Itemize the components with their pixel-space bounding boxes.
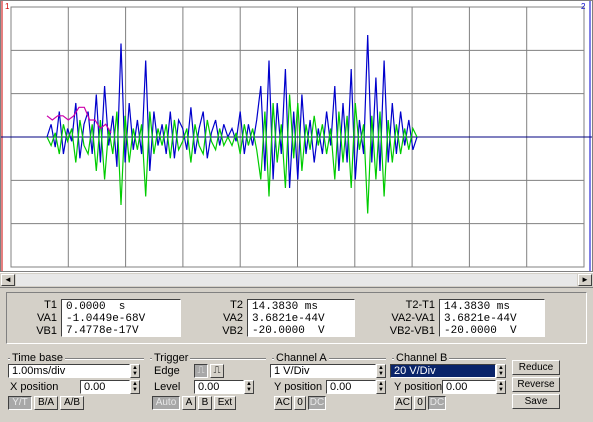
channel-b-scale-field[interactable]: 20 V/Div bbox=[390, 364, 496, 378]
xpos-spin-icon[interactable]: ▲ ▼ bbox=[130, 380, 140, 394]
trigger-ext-button[interactable]: Ext bbox=[214, 396, 236, 410]
channel-b-dc-button[interactable]: DC bbox=[428, 396, 446, 410]
vb1-value: 7.4778e-17V bbox=[66, 325, 139, 337]
waveform-series-1 bbox=[46, 34, 418, 189]
oscilloscope-screen: 12 bbox=[0, 0, 593, 272]
t1-value: 0.0000 s bbox=[66, 301, 126, 313]
va2-va1-value: 3.6821e-44V bbox=[444, 313, 517, 325]
save-button[interactable]: Save bbox=[512, 394, 560, 409]
trigger-a-button[interactable]: A bbox=[182, 396, 196, 410]
va2-label: VA2 bbox=[223, 312, 243, 324]
mode-yt-button[interactable]: Y/T bbox=[8, 396, 32, 410]
delta-values: 14.3830 ms 3.6821e-44V -20.0000 V bbox=[439, 299, 545, 337]
trigger-title: Trigger bbox=[152, 352, 191, 364]
channel-a-group: Channel A 1 V/Div ▲ ▼ Y position 0.00 ▲ ▼ … bbox=[270, 352, 388, 412]
channel-a-ypos-field[interactable]: 0.00 bbox=[326, 380, 376, 394]
channel-b-title: Channel B bbox=[394, 352, 450, 364]
cursor-t2-marker: 2 bbox=[581, 2, 586, 11]
channel-b-zero-button[interactable]: 0 bbox=[414, 396, 426, 410]
scroll-track[interactable] bbox=[16, 274, 577, 286]
reverse-button[interactable]: Reverse bbox=[512, 377, 560, 392]
channel-a-dc-button[interactable]: DC bbox=[308, 396, 326, 410]
va2-va1-label: VA2-VA1 bbox=[391, 312, 435, 324]
vb1-label: VB1 bbox=[36, 325, 57, 337]
t2-t1-label: T2-T1 bbox=[405, 299, 435, 311]
scroll-right-arrow-icon[interactable]: ► bbox=[578, 274, 592, 286]
channel-a-scale-field[interactable]: 1 V/Div bbox=[270, 364, 376, 378]
t2-values: 14.3830 ms 3.6821e-44V -20.0000 V bbox=[247, 299, 355, 337]
cursor-readout-panel: T1 VA1 VB1 0.0000 s -1.0449e-68V 7.4778e… bbox=[6, 292, 587, 344]
channel-b-ypos-spin-icon[interactable]: ▲ ▼ bbox=[496, 380, 506, 394]
xpos-label: X position bbox=[10, 381, 59, 393]
trigger-b-button[interactable]: B bbox=[198, 396, 212, 410]
trigger-group: Trigger Edge ⎍ ⎍ Level 0.00 ▲ ▼ Auto A B … bbox=[148, 352, 268, 412]
timebase-group: Time base 1.00ms/div ▲ ▼ X position 0.00 … bbox=[6, 352, 146, 412]
channel-a-zero-button[interactable]: 0 bbox=[294, 396, 306, 410]
timebase-field[interactable]: 1.00ms/div bbox=[8, 364, 130, 378]
channel-b-ypos-field[interactable]: 0.00 bbox=[442, 380, 496, 394]
trigger-auto-button[interactable]: Auto bbox=[152, 396, 180, 410]
vb2-vb1-label: VB2-VB1 bbox=[389, 325, 435, 337]
vb2-label: VB2 bbox=[222, 325, 243, 337]
waveform-display: 12 bbox=[1, 1, 592, 271]
xpos-field[interactable]: 0.00 bbox=[80, 380, 130, 394]
time-scrollbar[interactable]: ◄ ► bbox=[0, 272, 593, 288]
channel-b-group: Channel B 20 V/Div ▲ ▼ Y position 0.00 ▲ ▼… bbox=[390, 352, 508, 412]
level-label: Level bbox=[154, 381, 181, 393]
reduce-button[interactable]: Reduce bbox=[512, 360, 560, 375]
channel-a-title: Channel A bbox=[274, 352, 329, 364]
va2-value: 3.6821e-44V bbox=[252, 313, 325, 325]
t1-label: T1 bbox=[44, 299, 57, 311]
trigger-level-field[interactable]: 0.00 bbox=[194, 380, 244, 394]
timebase-title: Time base bbox=[10, 352, 65, 364]
scroll-left-arrow-icon[interactable]: ◄ bbox=[1, 274, 15, 286]
edge-falling-icon[interactable]: ⎍ bbox=[210, 364, 224, 378]
trigger-level-spin-icon[interactable]: ▲ ▼ bbox=[244, 380, 254, 394]
vb2-value: -20.0000 V bbox=[252, 325, 325, 337]
channel-a-scale-spin-icon[interactable]: ▲ ▼ bbox=[376, 364, 386, 378]
channel-b-ypos-label: Y position bbox=[394, 381, 443, 393]
channel-a-ac-button[interactable]: AC bbox=[274, 396, 292, 410]
waveform-series-2 bbox=[46, 94, 418, 214]
t2-value: 14.3830 ms bbox=[252, 301, 319, 313]
va1-value: -1.0449e-68V bbox=[66, 313, 146, 325]
edge-label: Edge bbox=[154, 365, 180, 377]
t2-label: T2 bbox=[230, 299, 243, 311]
t1-values: 0.0000 s -1.0449e-68V 7.4778e-17V bbox=[61, 299, 181, 337]
t2-t1-value: 14.3830 ms bbox=[444, 301, 511, 313]
channel-a-ypos-spin-icon[interactable]: ▲ ▼ bbox=[376, 380, 386, 394]
channel-a-ypos-label: Y position bbox=[274, 381, 323, 393]
va1-label: VA1 bbox=[37, 312, 57, 324]
cursor-t1-marker: 1 bbox=[5, 2, 10, 11]
vb2-vb1-value: -20.0000 V bbox=[444, 325, 517, 337]
channel-b-ac-button[interactable]: AC bbox=[394, 396, 412, 410]
mode-ab-button[interactable]: A/B bbox=[60, 396, 84, 410]
channel-b-scale-spin-icon[interactable]: ▲ ▼ bbox=[496, 364, 506, 378]
timebase-spin-icon[interactable]: ▲ ▼ bbox=[130, 364, 140, 378]
mode-ba-button[interactable]: B/A bbox=[34, 396, 58, 410]
edge-rising-icon[interactable]: ⎍ bbox=[194, 364, 208, 378]
